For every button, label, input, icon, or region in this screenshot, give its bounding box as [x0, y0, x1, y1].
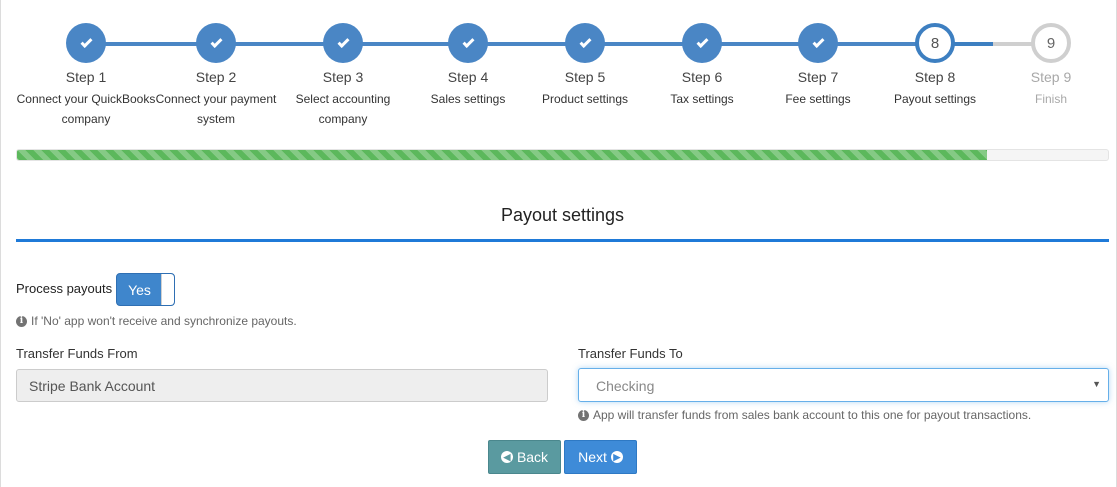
transfer-from-field: Stripe Bank Account: [16, 369, 548, 402]
step-number-badge: 8: [915, 23, 955, 63]
transfer-from-label: Transfer Funds From: [16, 346, 138, 361]
transfer-to-select[interactable]: Checking ▼: [578, 368, 1109, 402]
check-icon: [461, 35, 475, 48]
process-payouts-toggle[interactable]: Yes: [116, 273, 175, 306]
toggle-knob: [161, 274, 174, 305]
step-complete-check-icon: [448, 23, 488, 63]
step-description-line: company: [318, 112, 368, 126]
step-complete-check-icon: [323, 23, 363, 63]
process-payouts-hint-text: If 'No' app won't receive and synchroniz…: [31, 314, 297, 328]
step-description-line: company: [61, 112, 111, 126]
dropdown-arrow-icon: ▼: [1092, 379, 1101, 389]
step-title: Step 1: [65, 69, 107, 85]
section-title: Payout settings: [500, 205, 625, 225]
step-description: Connect your QuickBooks company: [11, 89, 161, 129]
info-icon: i: [578, 409, 589, 421]
step-complete-check-icon: [682, 23, 722, 63]
process-payouts-label: Process payouts: [16, 281, 113, 296]
transfer-to-label: Transfer Funds To: [578, 346, 683, 361]
transfer-to-selected-value: Checking: [596, 378, 655, 394]
progress-bar-fill: [17, 150, 987, 160]
info-icon: i: [16, 315, 27, 327]
section-divider: [16, 239, 1109, 242]
step-complete-check-icon: [798, 23, 838, 63]
check-icon: [811, 35, 825, 48]
check-icon: [79, 35, 93, 48]
step-description-line: Finish: [1034, 92, 1067, 106]
wizard-progress-bar: [16, 149, 1109, 161]
step-title: Step 9: [1030, 69, 1072, 85]
check-icon: [336, 35, 350, 48]
step-description-line: Connect your QuickBooks: [16, 92, 156, 106]
step-complete-check-icon: [196, 23, 236, 63]
arrow-circle-left-icon: ◀: [500, 451, 513, 463]
check-icon: [695, 35, 709, 48]
arrow-circle-right-icon: ▶: [610, 451, 623, 463]
wizard-step-9: 9 Step 9 Finish: [976, 23, 1117, 109]
step-description: Finish: [976, 89, 1117, 109]
step-complete-check-icon: [66, 23, 106, 63]
next-button[interactable]: Next ▶: [564, 440, 637, 474]
transfer-to-hint-text: App will transfer funds from sales bank …: [593, 408, 1032, 422]
check-icon: [578, 35, 592, 48]
check-icon: [209, 35, 223, 48]
back-button[interactable]: ◀ Back: [488, 440, 561, 474]
next-button-label: Next: [578, 449, 607, 465]
wizard-steps: Step 1 Connect your QuickBooks company Step…: [0, 0, 1117, 140]
wizard-step-1: Step 1 Connect your QuickBooks company: [11, 23, 161, 129]
process-payouts-hint: i If 'No' app won't receive and synchron…: [16, 314, 297, 328]
transfer-to-hint: i App will transfer funds from sales ban…: [578, 408, 1031, 422]
back-button-label: Back: [516, 449, 549, 465]
step-complete-check-icon: [565, 23, 605, 63]
toggle-on-label: Yes: [128, 281, 151, 298]
step-number-badge: 9: [1031, 23, 1071, 63]
